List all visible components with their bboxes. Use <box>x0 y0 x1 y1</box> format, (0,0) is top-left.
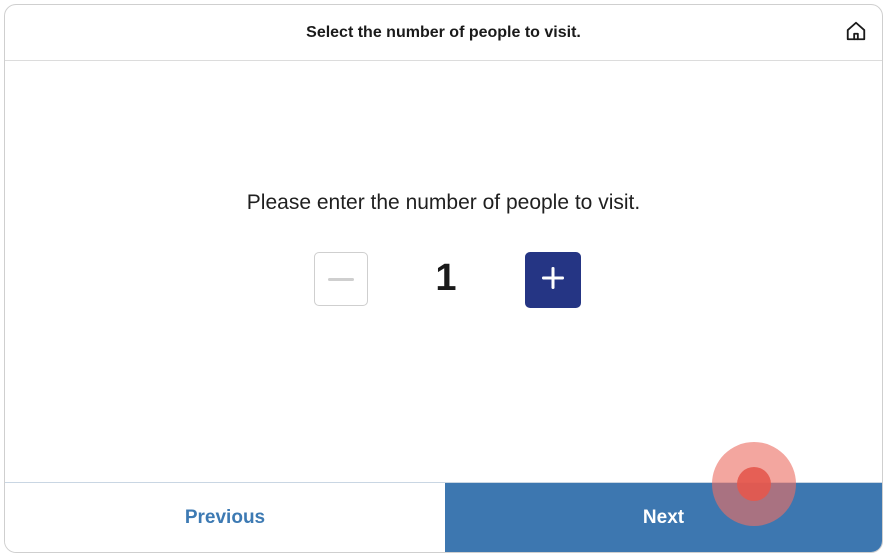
home-button[interactable] <box>844 21 868 45</box>
screen-frame: Select the number of people to visit. Pl… <box>4 4 883 553</box>
header-bar: Select the number of people to visit. <box>5 5 882 61</box>
page-title: Select the number of people to visit. <box>306 24 581 41</box>
previous-button[interactable]: Previous <box>5 483 445 552</box>
prompt-text: Please enter the number of people to vis… <box>246 191 641 214</box>
decrement-button[interactable] <box>314 252 368 306</box>
home-icon <box>845 20 867 47</box>
footer-nav: Previous Next <box>5 482 882 552</box>
plus-icon <box>540 265 566 296</box>
next-button[interactable]: Next <box>445 483 882 552</box>
people-count-stepper: 1 <box>314 252 581 308</box>
people-count-value: 1 <box>435 257 457 299</box>
increment-button[interactable] <box>525 252 581 308</box>
minus-icon <box>328 277 354 281</box>
